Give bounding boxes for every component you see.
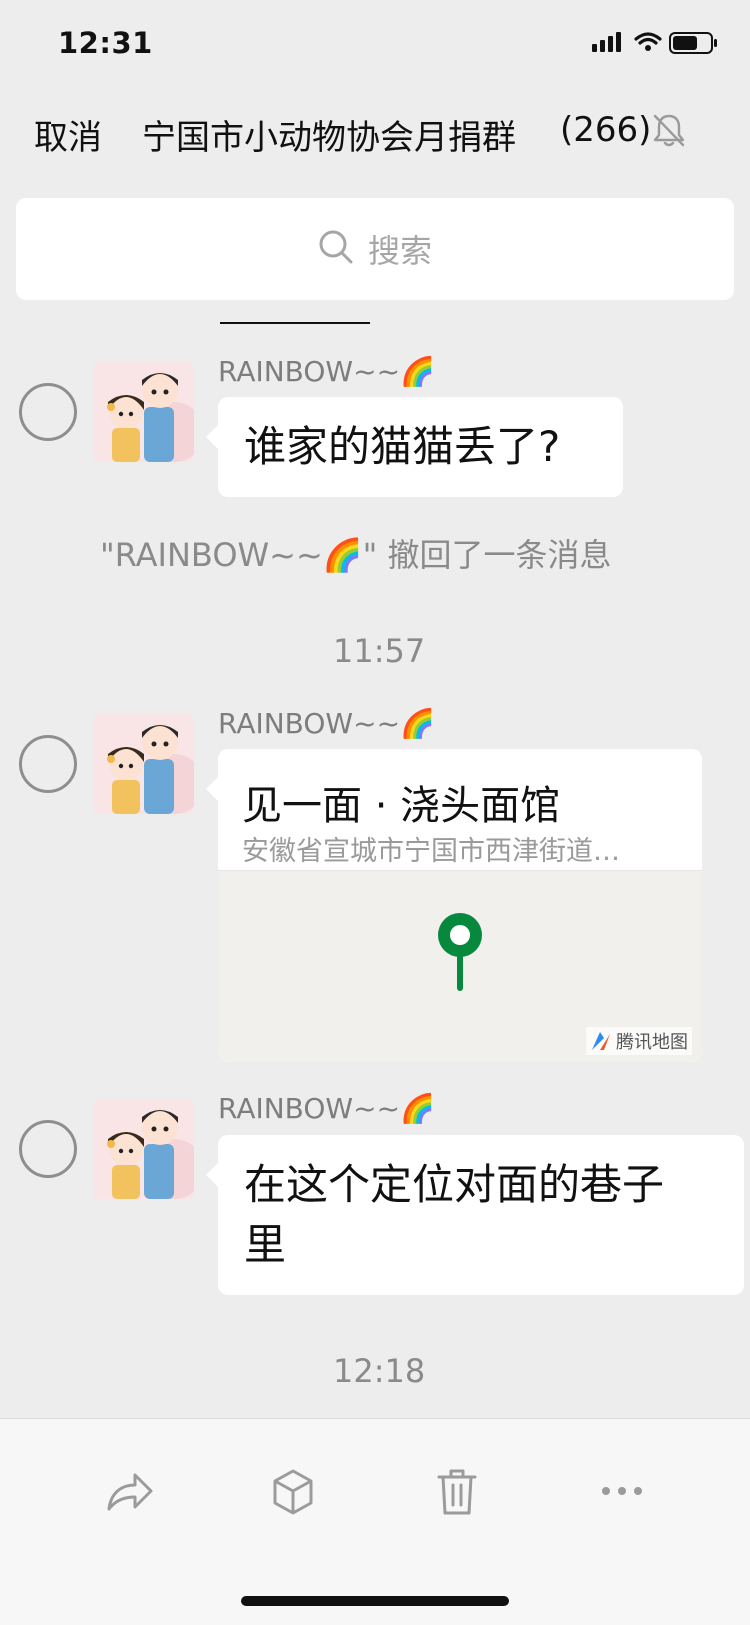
- forward-icon: [107, 1473, 153, 1511]
- message-text: 谁家的猫猫丢了?: [244, 422, 561, 471]
- trash-icon: [437, 1469, 477, 1515]
- recall-notice: "RAINBOW~~🌈" 撤回了一条消息: [100, 536, 612, 574]
- favorite-box-icon: [273, 1469, 313, 1515]
- timestamp: 11:57: [333, 632, 426, 670]
- home-indicator: [241, 1596, 509, 1606]
- location-address: 安徽省宣城市宁国市西津街道…: [242, 836, 620, 867]
- select-circle[interactable]: [19, 735, 77, 793]
- search-bar[interactable]: 搜索: [16, 198, 734, 300]
- bell-slash-icon: [652, 112, 686, 148]
- avatar[interactable]: [94, 714, 194, 814]
- forward-button[interactable]: [101, 1463, 157, 1519]
- avatar[interactable]: [94, 362, 194, 462]
- delete-button[interactable]: [429, 1463, 485, 1519]
- status-time: 12:31: [58, 26, 153, 60]
- more-icon: [602, 1487, 642, 1495]
- sender-name: RAINBOW~~🌈: [218, 355, 435, 388]
- location-title: 见一面 · 浇头面馆: [242, 783, 561, 829]
- more-button[interactable]: [594, 1463, 650, 1519]
- battery-icon: [669, 32, 717, 54]
- favorite-button[interactable]: [265, 1463, 321, 1519]
- message-text-line: 里: [244, 1220, 287, 1269]
- tencent-map-logo-icon: [592, 1032, 610, 1050]
- cellular-signal-icon: [592, 32, 621, 52]
- message-bubble[interactable]: 谁家的猫猫丢了?: [206, 397, 623, 497]
- select-circle[interactable]: [19, 383, 77, 441]
- cancel-button[interactable]: 取消: [34, 110, 102, 159]
- chat-title: 宁国市小动物协会月捐群: [142, 110, 562, 159]
- wifi-icon: [634, 32, 662, 45]
- map-pin-icon: [438, 913, 482, 991]
- select-circle[interactable]: [19, 1120, 77, 1178]
- location-map[interactable]: 腾讯地图: [218, 870, 702, 1062]
- search-icon: [318, 229, 354, 269]
- location-card[interactable]: 见一面 · 浇头面馆 安徽省宣城市宁国市西津街道… 腾讯地图: [206, 749, 702, 1062]
- message-bubble[interactable]: 在这个定位对面的巷子 里: [206, 1135, 744, 1295]
- message-text-line: 在这个定位对面的巷子: [244, 1160, 665, 1209]
- multi-select-toolbar: [0, 1418, 750, 1625]
- map-attribution: 腾讯地图: [616, 1032, 688, 1053]
- clipped-message-edge: [220, 322, 370, 324]
- sender-name: RAINBOW~~🌈: [218, 1092, 435, 1125]
- avatar[interactable]: [94, 1099, 194, 1199]
- status-icons: [592, 30, 722, 58]
- member-count: (266): [560, 110, 652, 150]
- sender-name: RAINBOW~~🌈: [218, 707, 435, 740]
- timestamp: 12:18: [333, 1352, 426, 1390]
- search-placeholder: 搜索: [367, 232, 432, 270]
